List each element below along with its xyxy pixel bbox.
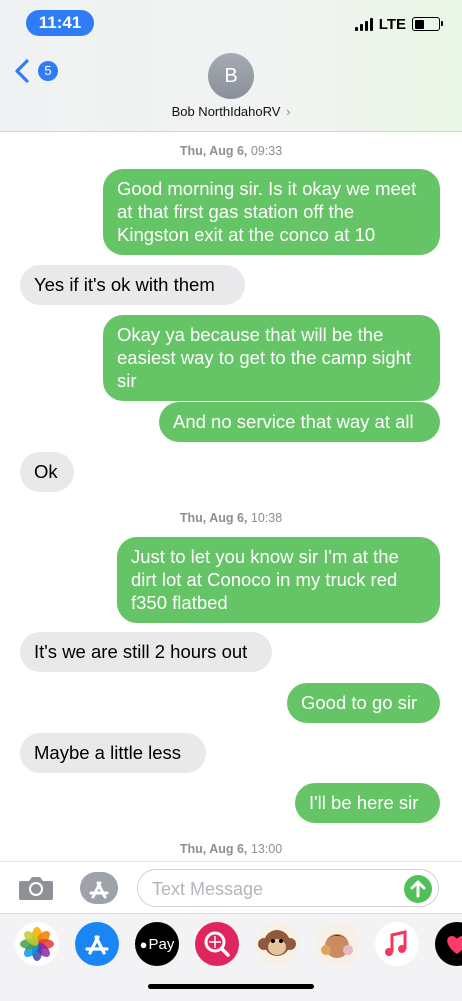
- chevron-left-icon: [15, 59, 29, 83]
- outgoing-message[interactable]: Good morning sir. Is it okay we meet at …: [103, 169, 440, 255]
- incoming-message[interactable]: Yes if it's ok with them: [20, 265, 245, 305]
- incoming-message[interactable]: Ok: [20, 452, 74, 492]
- status-indicators: LTE: [354, 14, 443, 34]
- network-type: LTE: [378, 15, 406, 33]
- timestamp: Thu, Aug 6, 09:33: [179, 144, 283, 158]
- apple-pay-icon: ●: [139, 936, 148, 952]
- send-button[interactable]: [404, 875, 432, 903]
- compose-bar: Text Message: [0, 861, 462, 914]
- timestamp: Thu, Aug 6, 10:38: [179, 511, 283, 525]
- globe-search-icon: [204, 931, 230, 957]
- outgoing-message[interactable]: And no service that way at all: [159, 402, 440, 442]
- apple-pay-app-button[interactable]: ● Pay: [135, 922, 179, 966]
- digital-touch-app-button[interactable]: [435, 922, 462, 966]
- message-input-placeholder: Text Message: [152, 879, 264, 899]
- app-store-button[interactable]: [80, 872, 118, 904]
- outgoing-message[interactable]: Okay ya because that will be the easiest…: [103, 315, 440, 401]
- chevron-right-icon: ›: [286, 104, 291, 119]
- contact-name: Bob NorthIdahoRV: [171, 104, 281, 119]
- animoji-app-button[interactable]: [255, 922, 299, 966]
- conversation-header: 11:41 LTE 5 B Bob NorthIdahoRV ›: [0, 0, 462, 132]
- home-indicator[interactable]: [148, 984, 314, 989]
- music-note-icon: [385, 930, 407, 956]
- music-app-button[interactable]: [375, 922, 419, 966]
- incoming-message[interactable]: Maybe a little less: [20, 733, 206, 773]
- heart-icon: [447, 936, 462, 954]
- photos-app-button[interactable]: [15, 922, 59, 966]
- app-store-icon: [89, 881, 109, 899]
- incoming-message[interactable]: It's we are still 2 hours out: [20, 632, 272, 672]
- status-time: 11:41: [26, 10, 94, 36]
- avatar[interactable]: B: [208, 53, 254, 99]
- memoji-icon: [321, 934, 353, 958]
- apple-pay-label: Pay: [148, 935, 175, 953]
- app-store-icon: [85, 935, 109, 955]
- camera-icon[interactable]: [18, 874, 54, 902]
- app-store-app-button[interactable]: [75, 922, 119, 966]
- outgoing-message[interactable]: Just to let you know sir I'm at the dirt…: [117, 537, 440, 623]
- unread-count-badge: 5: [38, 61, 58, 81]
- memoji-app-button[interactable]: [315, 922, 359, 966]
- contact-name-button[interactable]: Bob NorthIdahoRV ›: [0, 104, 462, 119]
- cellular-signal-icon: [354, 17, 373, 31]
- timestamp: Thu, Aug 6, 13:00: [179, 842, 283, 856]
- monkey-animoji-icon: [258, 930, 296, 956]
- message-input[interactable]: Text Message: [137, 869, 439, 907]
- outgoing-message[interactable]: Good to go sir: [287, 683, 440, 723]
- back-button[interactable]: 5: [12, 58, 58, 84]
- arrow-up-icon: [410, 880, 426, 898]
- photos-icon: [20, 927, 54, 961]
- battery-icon: [412, 17, 443, 31]
- outgoing-message[interactable]: I'll be here sir: [295, 783, 440, 823]
- images-search-app-button[interactable]: [195, 922, 239, 966]
